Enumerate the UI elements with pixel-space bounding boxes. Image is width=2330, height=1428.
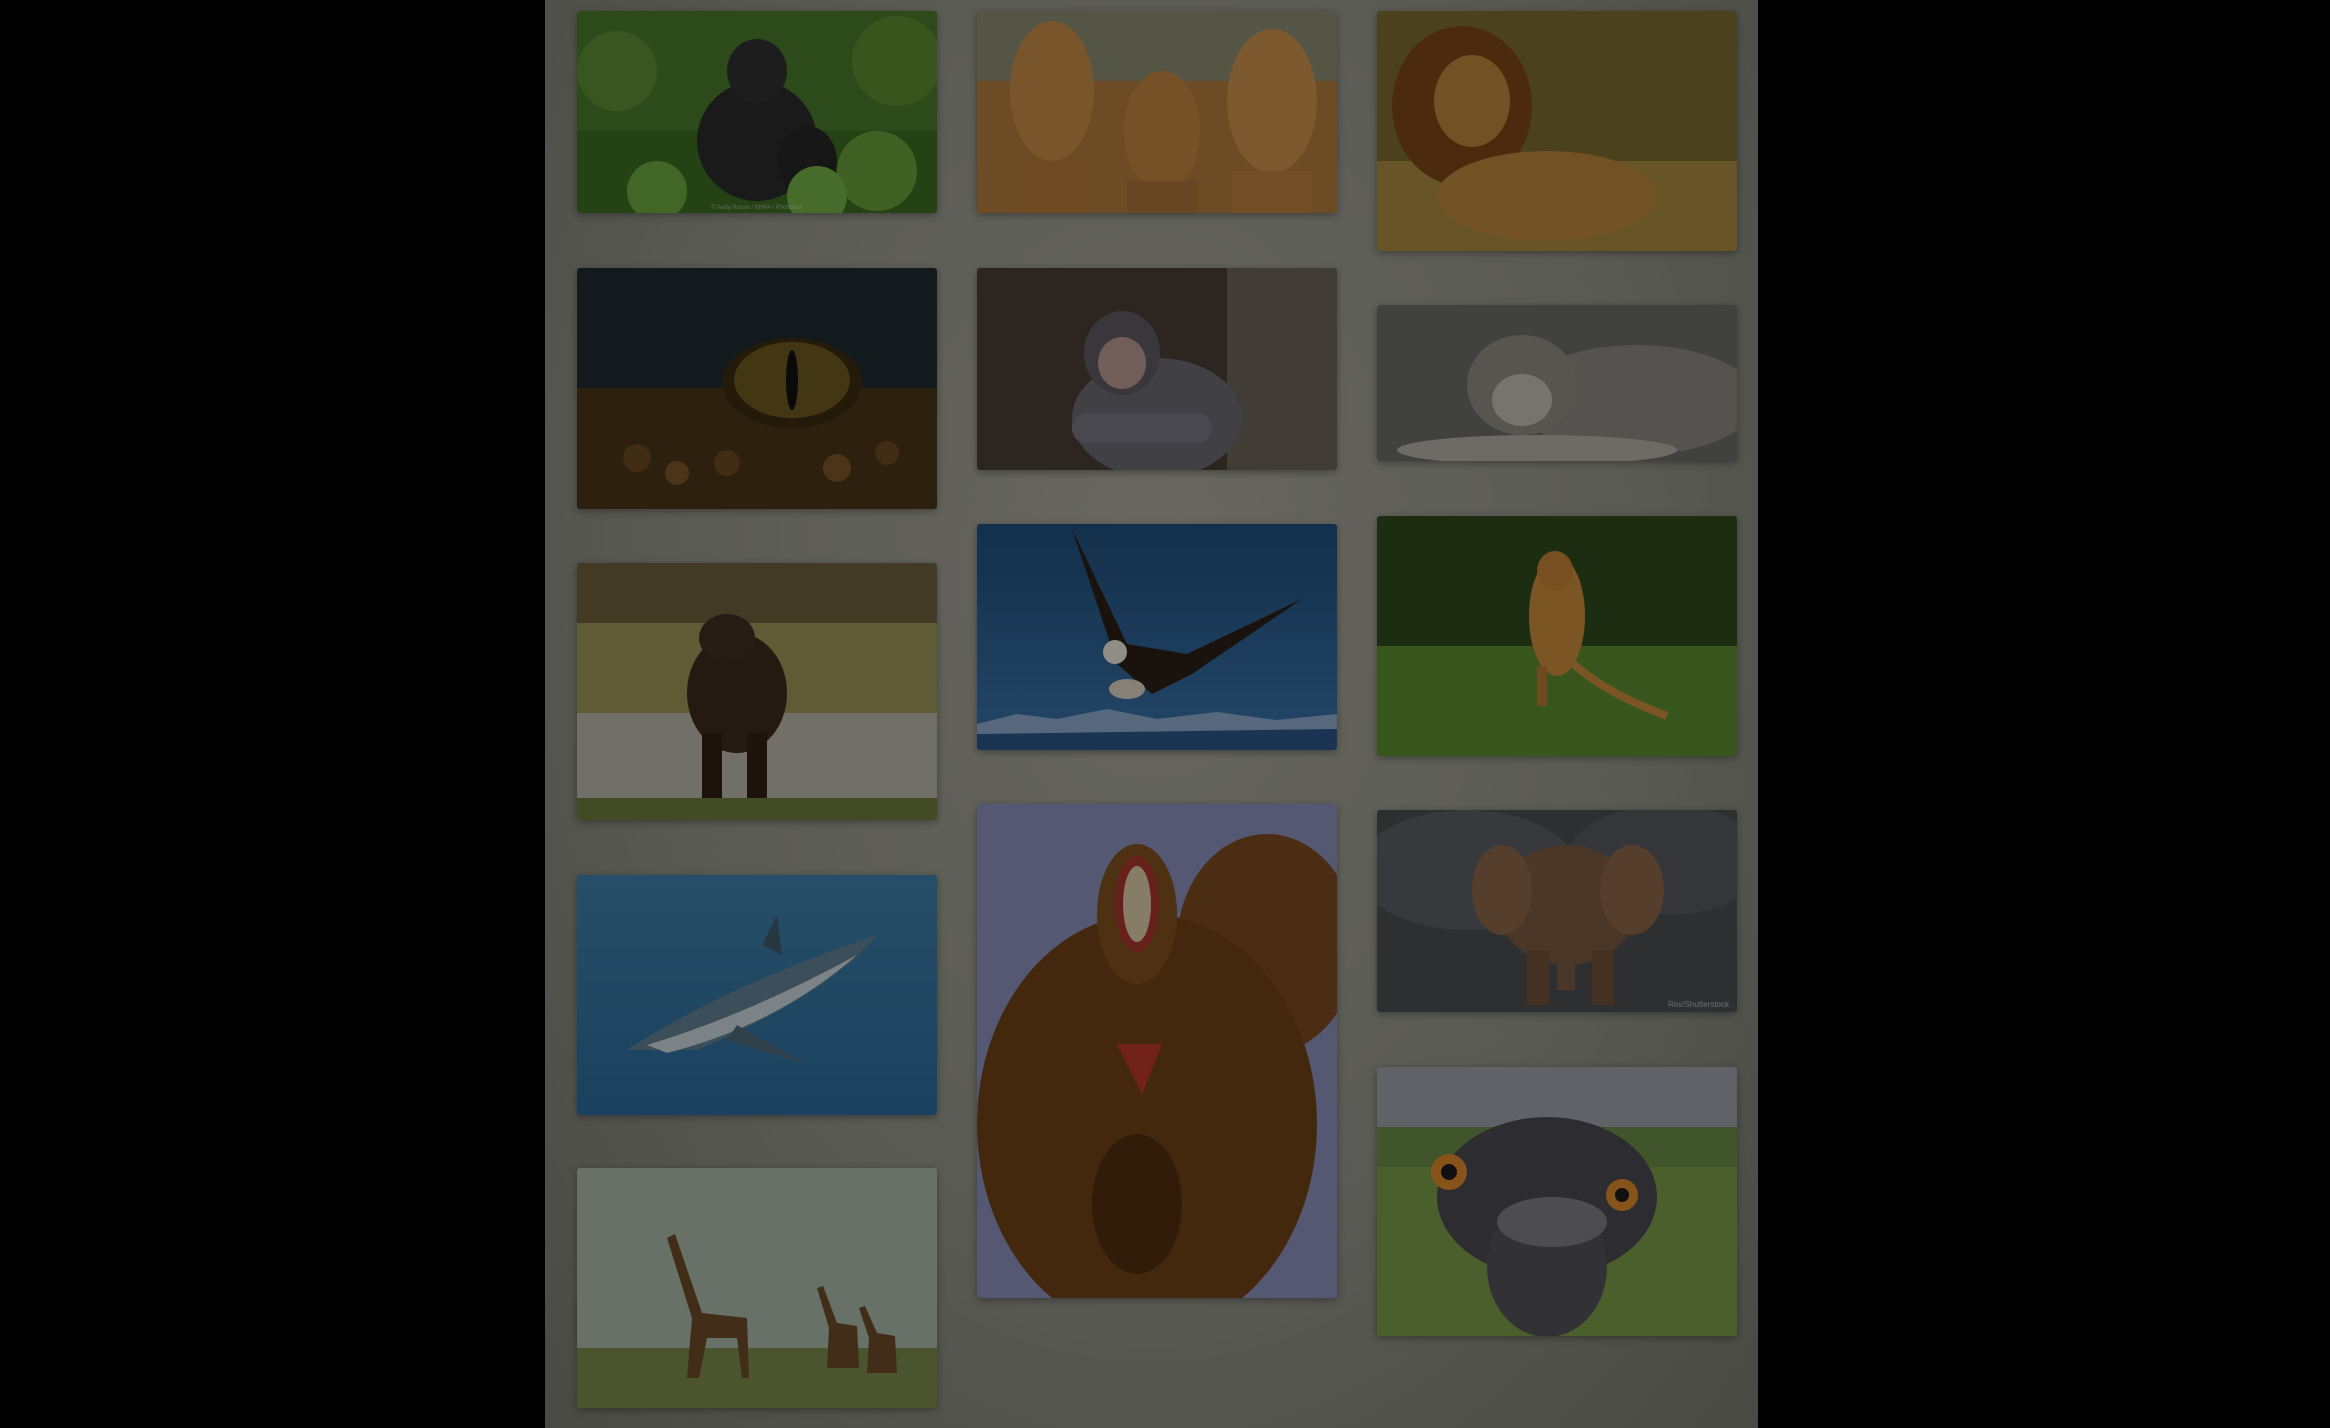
- image-card-brown-bear[interactable]: [577, 563, 937, 820]
- image-card-crocodile-eye[interactable]: [577, 268, 937, 509]
- image-card-giraffes[interactable]: [577, 1168, 937, 1408]
- wolf-image: [1377, 305, 1737, 461]
- shark-image: [577, 875, 937, 1115]
- image-card-gorilla[interactable]: © Andy Rouse / NHPA / Photoshot: [577, 11, 937, 213]
- image-card-bald-eagle[interactable]: [977, 524, 1337, 750]
- gorilla-watermark: © Andy Rouse / NHPA / Photoshot: [711, 205, 803, 211]
- bald-eagle-image: [977, 524, 1337, 750]
- elephant-watermark: Rex/Shutterstock: [1668, 1000, 1729, 1009]
- image-card-camels[interactable]: [977, 11, 1337, 213]
- image-card-cheetah[interactable]: [1377, 516, 1737, 756]
- image-card-chimpanzee[interactable]: [977, 268, 1337, 470]
- camels-image: [977, 11, 1337, 213]
- image-card-lion[interactable]: [1377, 11, 1737, 251]
- crocodile-eye-image: [577, 268, 937, 509]
- cheetah-image: [1377, 516, 1737, 756]
- image-card-wolf[interactable]: [1377, 305, 1737, 461]
- image-card-ostrich[interactable]: [1377, 1067, 1737, 1336]
- giraffes-image: [577, 1168, 937, 1408]
- brown-bear-image: [577, 563, 937, 820]
- ostrich-image: [1377, 1067, 1737, 1336]
- elephant-image: [1377, 810, 1737, 1012]
- image-card-gelada-baboon[interactable]: [977, 804, 1337, 1298]
- lion-image: [1377, 11, 1737, 251]
- gorilla-image: [577, 11, 937, 213]
- image-card-shark[interactable]: [577, 875, 937, 1115]
- gelada-baboon-image: [977, 804, 1337, 1298]
- image-card-elephant[interactable]: Rex/Shutterstock: [1377, 810, 1737, 1012]
- gallery-page: © Andy Rouse / NHPA / Photoshot Rex/Shut…: [545, 0, 1758, 1428]
- chimpanzee-image: [977, 268, 1337, 470]
